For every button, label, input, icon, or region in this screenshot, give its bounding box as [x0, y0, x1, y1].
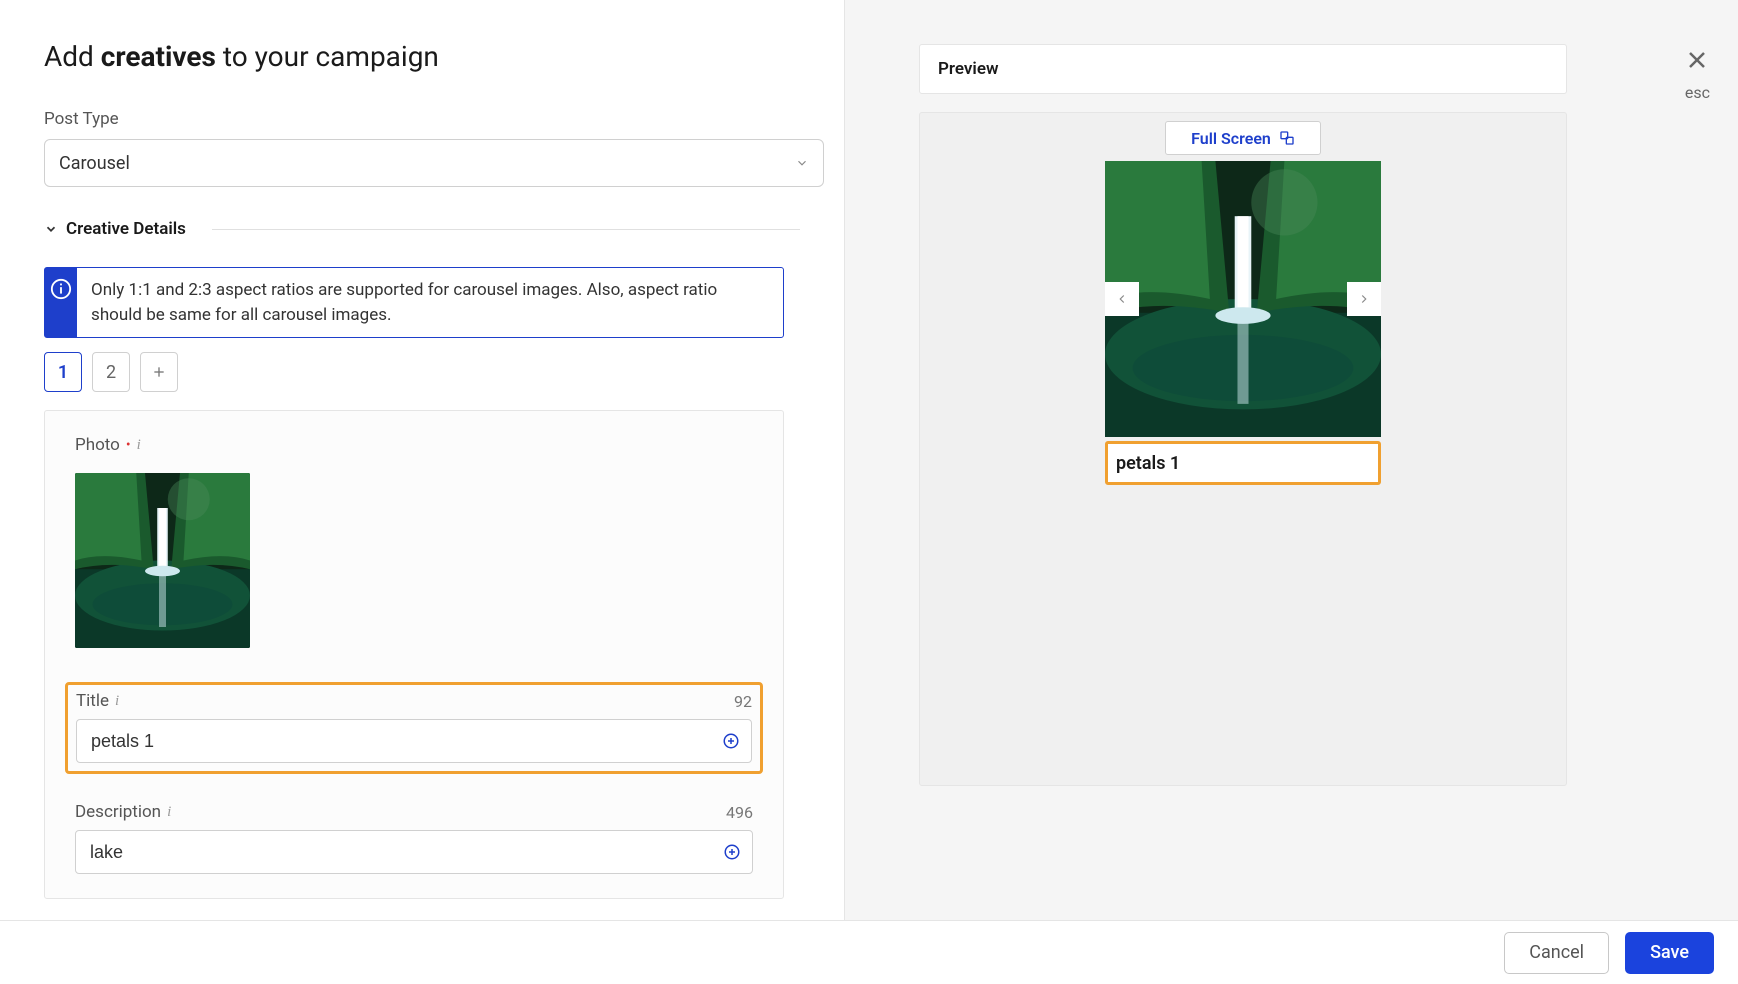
waterfall-image: [1105, 161, 1381, 437]
post-type-select[interactable]: Carousel: [44, 139, 824, 187]
info-message: Only 1:1 and 2:3 aspect ratios are suppo…: [77, 268, 783, 337]
photo-label: Photo: [75, 435, 120, 455]
waterfall-image: [75, 473, 250, 648]
carousel-tab-2[interactable]: 2: [92, 352, 130, 392]
info-i-icon[interactable]: i: [167, 804, 171, 821]
title-label: Title: [76, 691, 109, 711]
fullscreen-button[interactable]: Full Screen: [1165, 121, 1321, 155]
chevron-left-icon: [1115, 292, 1129, 306]
footer-bar: Cancel Save: [0, 920, 1738, 984]
description-char-count: 496: [726, 803, 753, 822]
preview-body: Full Screen: [919, 112, 1567, 786]
slide-card: Photo • i: [44, 410, 784, 899]
post-type-label: Post Type: [44, 109, 800, 129]
carousel-tabs: 1 2: [44, 352, 800, 392]
preview-header: Preview: [919, 44, 1567, 94]
info-i-icon[interactable]: i: [137, 437, 141, 454]
page-title: Add creatives to your campaign: [44, 40, 800, 73]
preview-caption: petals 1: [1105, 441, 1381, 485]
chevron-right-icon: [1357, 292, 1371, 306]
info-banner: Only 1:1 and 2:3 aspect ratios are suppo…: [44, 267, 784, 338]
chevron-down-icon: [795, 156, 809, 170]
form-panel: Add creatives to your campaign Post Type…: [0, 0, 845, 920]
add-carousel-tab[interactable]: [140, 352, 178, 392]
carousel-tab-1[interactable]: 1: [44, 352, 82, 392]
title-field-block: Title i 92: [65, 682, 763, 774]
preview-image: [1105, 161, 1381, 437]
description-field-block: Description i 496: [75, 802, 753, 874]
preview-panel: esc Preview Full Screen: [845, 0, 1738, 984]
close-button[interactable]: esc: [1685, 48, 1710, 102]
chevron-down-icon: [44, 222, 58, 236]
carousel-next[interactable]: [1347, 282, 1381, 316]
post-type-value: Carousel: [59, 153, 130, 174]
photo-thumbnail[interactable]: [75, 473, 250, 648]
required-dot: •: [126, 437, 131, 453]
plus-circle-icon[interactable]: [723, 843, 741, 861]
info-i-icon[interactable]: i: [115, 693, 119, 710]
title-input[interactable]: [76, 719, 752, 763]
plus-circle-icon[interactable]: [722, 732, 740, 750]
close-icon: [1685, 48, 1710, 77]
fullscreen-icon: [1279, 130, 1295, 146]
carousel-prev[interactable]: [1105, 282, 1139, 316]
cancel-button[interactable]: Cancel: [1504, 932, 1609, 974]
plus-icon: [151, 364, 167, 380]
description-label: Description: [75, 802, 161, 822]
title-char-count: 92: [734, 692, 752, 711]
save-button[interactable]: Save: [1625, 932, 1714, 974]
info-icon: [50, 278, 72, 300]
description-input[interactable]: [75, 830, 753, 874]
esc-label: esc: [1685, 83, 1710, 102]
section-creative-details[interactable]: Creative Details: [44, 219, 800, 239]
